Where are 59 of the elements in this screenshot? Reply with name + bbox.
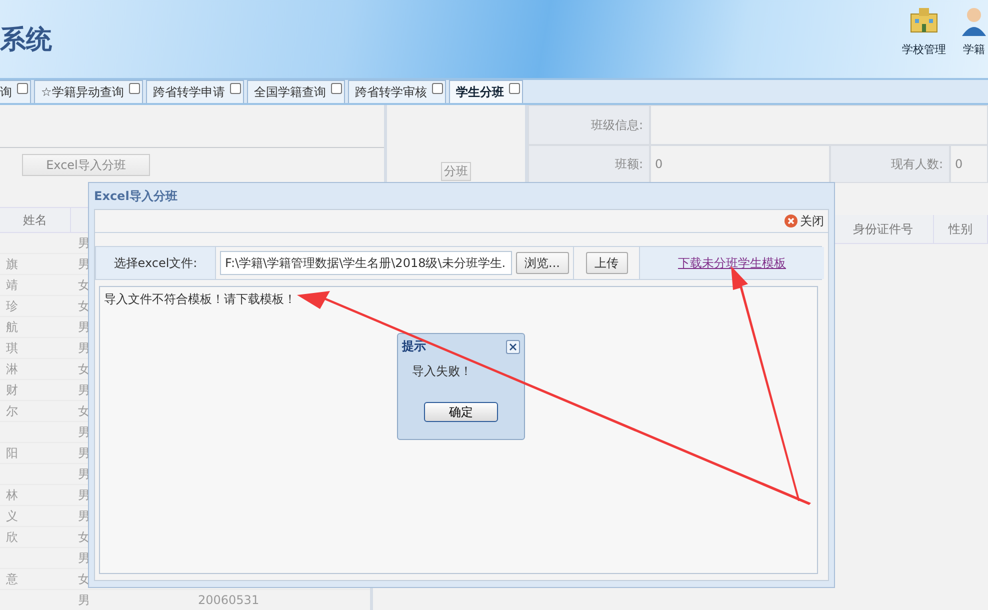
alert-message: 导入失败！ [412, 363, 472, 380]
tool-label[interactable]: 学籍 [963, 42, 985, 57]
table-cell: 珍 [6, 298, 18, 314]
tab[interactable]: ☆学籍异动查询 [34, 80, 143, 103]
table-cell: 男 [78, 592, 90, 608]
field-value: 0 [950, 145, 988, 183]
table-cell: 义 [6, 508, 18, 524]
table-cell: 男 [78, 318, 90, 336]
table-cell: 财 [6, 382, 18, 398]
table-cell: 女 [78, 276, 90, 294]
table-cell: 女 [78, 298, 90, 314]
table-cell: 尔 [6, 402, 18, 420]
table-cell: 淋 [6, 360, 18, 378]
column-header: 性别 [934, 215, 988, 243]
error-message: 导入文件不符合模板！请下载模板！ [104, 292, 296, 306]
ok-button[interactable]: 确定 [424, 402, 498, 422]
table-cell: 20060531 [198, 593, 260, 607]
field-label: 选择excel文件: [96, 247, 216, 279]
table-cell: 男 [78, 256, 90, 272]
tab[interactable]: 学生分班 [448, 80, 523, 103]
column-header: 姓名 [0, 208, 71, 232]
browse-button[interactable]: 浏览... [516, 252, 569, 274]
upload-button[interactable]: 上传 [586, 252, 628, 274]
table-cell: 男 [78, 508, 90, 524]
field-label: 班级信息: [528, 105, 650, 145]
table-cell: 航 [6, 318, 18, 336]
alert-title: 提示 [402, 338, 426, 355]
file-path-field[interactable]: F:\学籍\学籍管理数据\学生名册\2018级\未分班学生. [220, 251, 512, 275]
close-button[interactable]: 关闭 [784, 212, 824, 230]
field-label: 班额: [528, 145, 650, 183]
table-cell: 女 [78, 402, 90, 420]
table-cell: 男 [78, 466, 90, 482]
table-cell: 琪 [6, 340, 18, 356]
tool-label[interactable]: 学校管理 [902, 42, 946, 57]
field-label: 现有人数: [830, 145, 950, 183]
table-cell: 男 [78, 234, 90, 252]
table-cell: 男 [78, 444, 90, 462]
table-cell: 林 [6, 486, 18, 504]
person-icon [960, 6, 988, 36]
table-cell: 男 [78, 424, 90, 440]
table-cell: 阳 [6, 444, 18, 462]
dialog-title: Excel导入分班 [94, 188, 178, 204]
table-cell: 男 [78, 382, 90, 398]
table-cell: 欣 [6, 528, 18, 546]
tab[interactable]: 询 [0, 80, 31, 103]
table-cell: 女 [78, 360, 90, 378]
table-cell: 靖 [6, 276, 18, 294]
close-button[interactable] [506, 340, 520, 354]
table-cell: 意 [6, 570, 18, 588]
table-cell: 女 [78, 528, 90, 546]
tab[interactable]: 跨省转学申请 [146, 80, 244, 103]
tab[interactable]: 跨省转学审核 [348, 80, 446, 103]
table-cell: 男 [78, 340, 90, 356]
tab[interactable]: 全国学籍查询 [246, 80, 345, 103]
table-cell: 旗 [6, 256, 18, 272]
table-cell: 男 [78, 550, 90, 566]
table-cell: 女 [78, 570, 90, 588]
table-cell: 男 [78, 486, 90, 504]
app-title: 系统 [0, 24, 52, 56]
